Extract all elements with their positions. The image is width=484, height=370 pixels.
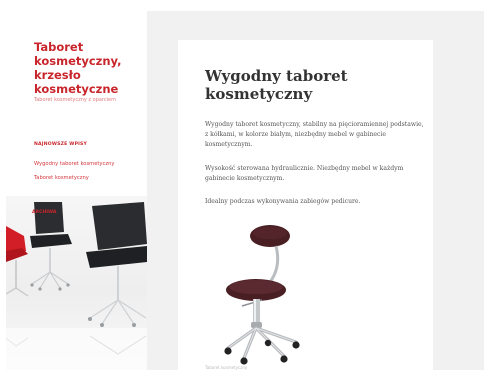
cosmetic-stool-image (224, 225, 300, 365)
archives-title: ARCHIWA (32, 210, 57, 215)
recent-post-link-2[interactable]: Taboret kosmetyczny (34, 175, 89, 181)
post-article: Wygodny taboret kosmetyczny Wygodny tabo… (178, 40, 433, 370)
post-paragraph-1: Wygodny taboret kosmetyczny, stabilny na… (205, 121, 424, 148)
site-description: Taboret kosmetyczny z oparciem (34, 97, 116, 103)
site-title[interactable]: Taboret kosmetyczny, krzesło kosmetyczne (34, 40, 144, 96)
recent-posts-title: NAJNOWSZE WPISY (34, 142, 88, 147)
image-caption: Taboret kosmetyczny (205, 365, 248, 370)
post-title[interactable]: Wygodny taboret kosmetyczny (205, 67, 405, 103)
post-paragraph-3: Idealny podczas wykonywania zabiegów ped… (205, 198, 361, 205)
sidebar-chairs-photo (6, 196, 147, 370)
sidebar: Taboret kosmetyczny, krzesło kosmetyczne… (6, 11, 147, 370)
top-strip (0, 0, 484, 11)
post-paragraph-2: Wysokość sterowana hydraulicznie. Niezbę… (205, 165, 404, 182)
recent-post-link-1[interactable]: Wygodny taboret kosmetyczny (34, 161, 114, 167)
